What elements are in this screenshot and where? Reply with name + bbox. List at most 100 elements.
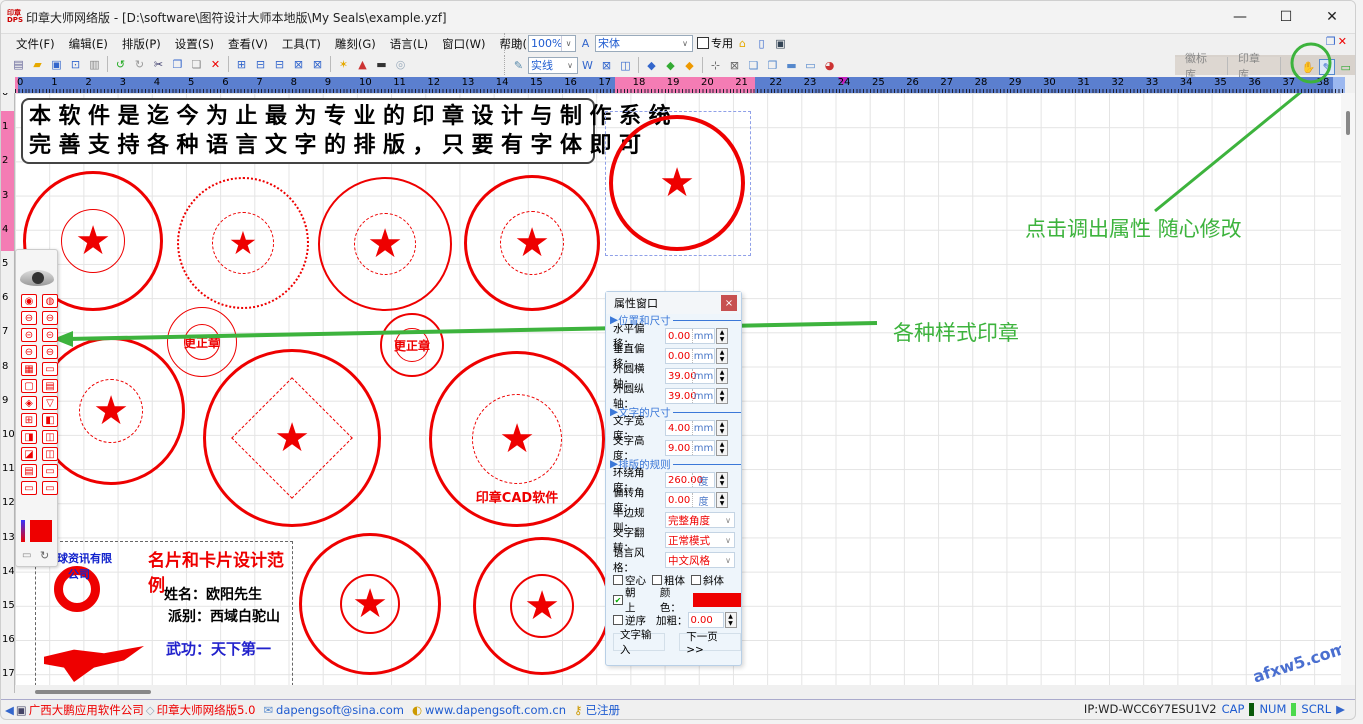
layer-up-icon[interactable]: ▬ xyxy=(784,57,800,73)
italic-checkbox[interactable]: 斜体 xyxy=(691,573,724,588)
text-height-spinner[interactable]: ▲ ▼ xyxy=(716,440,728,456)
eye-icon[interactable] xyxy=(20,270,54,286)
menu-file[interactable]: 文件(F) xyxy=(9,36,62,52)
seal-shape-button[interactable]: ▭ xyxy=(42,464,58,478)
thicken-input[interactable]: 0.00 xyxy=(687,612,724,628)
seal-shape-button[interactable]: ▢ xyxy=(21,379,37,393)
undo-icon[interactable]: ↺ xyxy=(113,56,129,72)
cut-icon[interactable]: ✂ xyxy=(151,56,167,72)
menu-engrave[interactable]: 雕刻(G) xyxy=(328,36,383,52)
seal-stamp[interactable]: ★ xyxy=(318,177,452,311)
seal-shape-button[interactable]: ◧ xyxy=(42,413,58,427)
half-rule-select[interactable]: 完整角度 ∨ xyxy=(665,512,735,528)
text-color-swatch[interactable] xyxy=(693,593,741,607)
align-right-icon[interactable]: ⊟ xyxy=(272,56,288,72)
new-icon[interactable]: ▤ xyxy=(11,56,27,72)
settings-icon[interactable]: ◎ xyxy=(393,56,409,72)
seal-shape-button[interactable]: ▦ xyxy=(21,362,37,376)
vertical-ruler[interactable]: 01234567891011121314151617 xyxy=(1,93,15,693)
status-right-arrow-icon[interactable]: ▶ xyxy=(1336,702,1345,716)
tag-green-icon[interactable]: ◆ xyxy=(663,57,679,73)
seal-shape-button[interactable]: ▤ xyxy=(42,379,58,393)
seal-shape-button[interactable]: ▤ xyxy=(21,464,37,478)
reverse-checkbox[interactable]: 逆序 xyxy=(613,613,646,628)
card-icon[interactable]: ▭ xyxy=(22,550,31,561)
mdi-restore-icon[interactable]: ❐ xyxy=(1326,35,1336,48)
status-website[interactable]: www.dapengsoft.com.cn xyxy=(425,703,566,717)
send-back-icon[interactable]: ❐ xyxy=(765,57,781,73)
seal-shape-button[interactable]: ▭ xyxy=(42,481,58,495)
seal-shape-button[interactable]: ⊖ xyxy=(21,345,37,359)
camera-icon[interactable]: ▬ xyxy=(374,56,390,72)
business-card-sample[interactable]: 环球资讯有限公司 名片和卡片设计范例 姓名：欧阳先生 派别：西域白驼山 武功：天… xyxy=(35,541,293,685)
seal-shape-button[interactable]: ◉ xyxy=(21,294,37,308)
lang-style-select[interactable]: 中文风格 ∨ xyxy=(665,552,735,568)
text-width-input[interactable]: 4.00 mm xyxy=(665,420,715,436)
status-left-arrow-icon[interactable]: ◀ xyxy=(5,703,14,717)
redo-icon[interactable]: ↻ xyxy=(132,56,148,72)
save-icon[interactable]: ▣ xyxy=(49,56,65,72)
seal-stamp[interactable]: ★ xyxy=(37,337,185,485)
v-offset-input[interactable]: 0.00 mm xyxy=(665,348,715,364)
wizard-icon[interactable]: ✶ xyxy=(336,56,352,72)
monitor-icon[interactable]: ▣ xyxy=(773,35,789,51)
thicken-spinner[interactable]: ▲ ▼ xyxy=(724,612,737,628)
layer-down-icon[interactable]: ▭ xyxy=(803,57,819,73)
home-icon[interactable]: ⌂ xyxy=(735,35,751,51)
menu-edit[interactable]: 编辑(E) xyxy=(62,36,115,52)
align-left-icon[interactable]: ⊟ xyxy=(253,56,269,72)
flip-select[interactable]: 正常模式 ∨ xyxy=(665,532,735,548)
text-width-spinner[interactable]: ▲ ▼ xyxy=(716,420,728,436)
seal-stamp-selected[interactable]: ★ xyxy=(609,115,745,251)
paste-icon[interactable]: ❏ xyxy=(189,56,205,72)
word-icon[interactable]: W xyxy=(580,57,596,73)
wrap-angle-spinner[interactable]: ▲ ▼ xyxy=(716,472,728,488)
menu-settings[interactable]: 设置(S) xyxy=(168,36,221,52)
seal-stamp[interactable]: 更正章 xyxy=(167,307,237,377)
pen-edit-icon[interactable]: ✎ xyxy=(1319,59,1335,75)
seal-shape-button[interactable]: ▭ xyxy=(21,481,37,495)
font-select[interactable]: 宋体 ∨ xyxy=(595,34,693,52)
minimize-button[interactable]: — xyxy=(1217,1,1263,33)
seal-stamp[interactable]: ★ xyxy=(203,349,381,527)
tab-logo-library[interactable]: 徽标库 xyxy=(1175,52,1228,81)
menu-language[interactable]: 语言(L) xyxy=(383,36,435,52)
ungroup-icon[interactable]: ⊠ xyxy=(727,57,743,73)
seal-shape-button[interactable]: ◨ xyxy=(21,430,37,444)
maximize-button[interactable]: ☐ xyxy=(1263,1,1309,33)
h-offset-spinner[interactable]: ▲ ▼ xyxy=(716,328,728,344)
seal-stamp[interactable]: ★ 印章CAD软件 xyxy=(429,351,605,527)
rotate-angle-spinner[interactable]: ▲ ▼ xyxy=(716,492,728,508)
wrap-angle-input[interactable]: 260.00 度 xyxy=(665,472,715,488)
seal-shape-button[interactable]: ⊝ xyxy=(21,328,37,342)
menu-layout[interactable]: 排版(P) xyxy=(115,36,168,52)
seal-shape-button[interactable]: ◫ xyxy=(42,447,58,461)
color-swatch[interactable] xyxy=(30,520,52,542)
status-email[interactable]: dapengsoft@sina.com xyxy=(276,703,404,717)
seal-stamp[interactable]: ★ xyxy=(464,175,600,311)
text-height-input[interactable]: 9.00 mm xyxy=(665,440,715,456)
dedicated-checkbox[interactable] xyxy=(697,37,709,49)
seal-stamp[interactable]: ★ xyxy=(299,533,441,675)
export-icon[interactable]: ▲ xyxy=(355,56,371,72)
menu-tools[interactable]: 工具(T) xyxy=(275,36,328,52)
horizontal-ruler[interactable]: 0 1 2 3 4 5 6 7 8 9 10 11 12 13 14 15 16 17 18 19 20 21 22 23 24… xyxy=(15,77,1345,93)
line-style-select[interactable]: 实线 ∨ xyxy=(528,56,578,74)
tag-blue-icon[interactable]: ◆ xyxy=(644,57,660,73)
open-icon[interactable]: ▰ xyxy=(30,56,46,72)
vertical-scrollbar[interactable] xyxy=(1341,93,1355,685)
seal-shape-button[interactable]: ⊞ xyxy=(21,413,37,427)
menu-window[interactable]: 窗口(W) xyxy=(435,36,492,52)
seal-shape-button[interactable]: ⊝ xyxy=(42,328,58,342)
seal-shape-button[interactable]: ◫ xyxy=(42,430,58,444)
outer-h-input[interactable]: 39.00 mm xyxy=(665,368,715,384)
delete-icon[interactable]: ✕ xyxy=(208,56,224,72)
zoom-select[interactable]: 100% ∨ xyxy=(528,34,576,52)
upward-checkbox[interactable]: ✔ 朝上 xyxy=(613,585,646,615)
h-offset-input[interactable]: 0.00 mm xyxy=(665,328,715,344)
seal-shape-button[interactable]: ▭ xyxy=(42,362,58,376)
next-page-button[interactable]: 下一页 >> xyxy=(679,631,741,656)
outer-v-spinner[interactable]: ▲ ▼ xyxy=(716,388,728,404)
seal-shape-button[interactable]: ⊖ xyxy=(42,311,58,325)
menu-view[interactable]: 查看(V) xyxy=(221,36,275,52)
